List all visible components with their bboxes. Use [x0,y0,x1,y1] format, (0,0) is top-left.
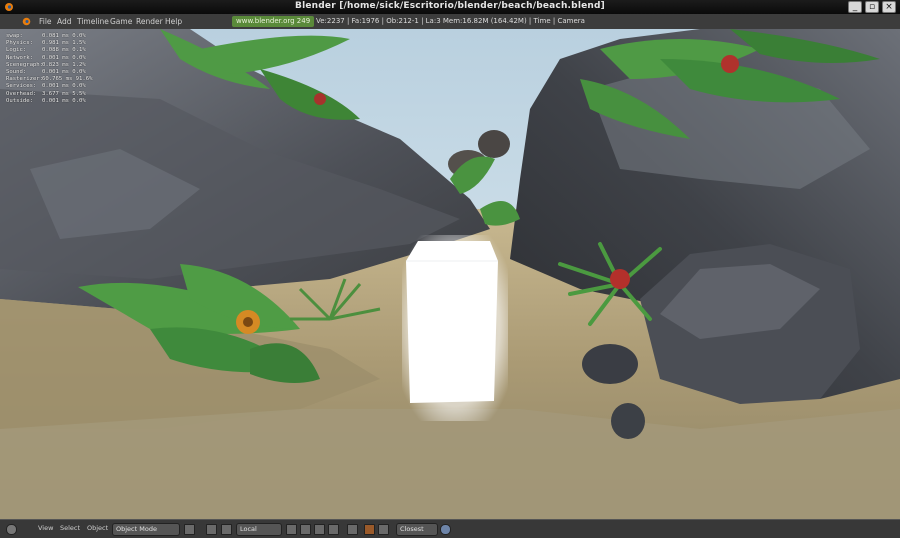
snap-icon[interactable] [378,524,389,535]
proportional-edit-icon[interactable] [440,524,451,535]
transform-orientation-dropdown[interactable]: Local [236,523,282,536]
layer-buttons-icon[interactable] [314,524,325,535]
debug-row-outside: Outside: 0.001 ms 0.0% [6,97,86,104]
3d-view-header: View Select Object Object Mode Local Clo… [0,519,900,538]
debug-row-services: Services: 0.001 ms 0.0% [6,83,86,90]
lock-icon[interactable] [347,524,358,535]
menu-add[interactable]: Add [57,17,72,26]
debug-row-logic: Logic: 0.088 ms 0.1% [6,47,86,54]
maximize-button[interactable]: ▫ [865,1,879,13]
scene-stats: Ve:2237 | Fa:1976 | Ob:212-1 | La:3 Mem:… [316,17,585,25]
debug-row-overhead: Overhead: 3.677 ms 5.5% [6,90,86,97]
main-menubar: File Add Timeline Game Render Help www.b… [0,14,900,30]
menu-game[interactable]: Game [110,17,132,26]
menu-timeline[interactable]: Timeline [77,17,109,26]
draw-type-icon[interactable] [184,524,195,535]
window-title: Blender [/home/sick/Escritorio/blender/b… [295,1,605,11]
close-button[interactable]: × [882,1,896,13]
blender-menu-icon[interactable] [22,17,31,26]
editor-type-icon[interactable] [6,524,17,535]
pivot-icon[interactable] [221,524,232,535]
snap-mode-dropdown[interactable]: Closest [396,523,438,536]
layer-buttons-icon[interactable] [300,524,311,535]
layer-buttons-icon[interactable] [286,524,297,535]
mode-dropdown[interactable]: Object Mode [112,523,180,536]
menu-help[interactable]: Help [165,17,182,26]
object-menu[interactable]: Object [87,523,108,534]
menu-render[interactable]: Render [136,17,163,26]
game-scene-render [0,29,900,519]
shading-icon[interactable] [206,524,217,535]
debug-row-network: Network: 0.001 ms 0.0% [6,54,86,61]
window-controls: _ ▫ × [848,1,896,13]
menu-file[interactable]: File [39,17,52,26]
game-viewport[interactable] [0,29,900,519]
blender-url-badge: www.blender.org 249 [232,16,315,27]
select-menu[interactable]: Select [60,523,80,534]
layer-buttons-icon[interactable] [328,524,339,535]
profiling-overlay: swap: 0.081 ms 0.0% Physics: 0.981 ms 1.5%… [6,33,93,105]
window-titlebar: Blender [/home/sick/Escritorio/blender/b… [0,0,900,15]
render-icon[interactable] [364,524,375,535]
debug-row-scenegraph: Scenegraph: 0.823 ms 1.2% [6,61,86,68]
minimize-button[interactable]: _ [848,1,862,13]
view-menu[interactable]: View [38,523,53,534]
